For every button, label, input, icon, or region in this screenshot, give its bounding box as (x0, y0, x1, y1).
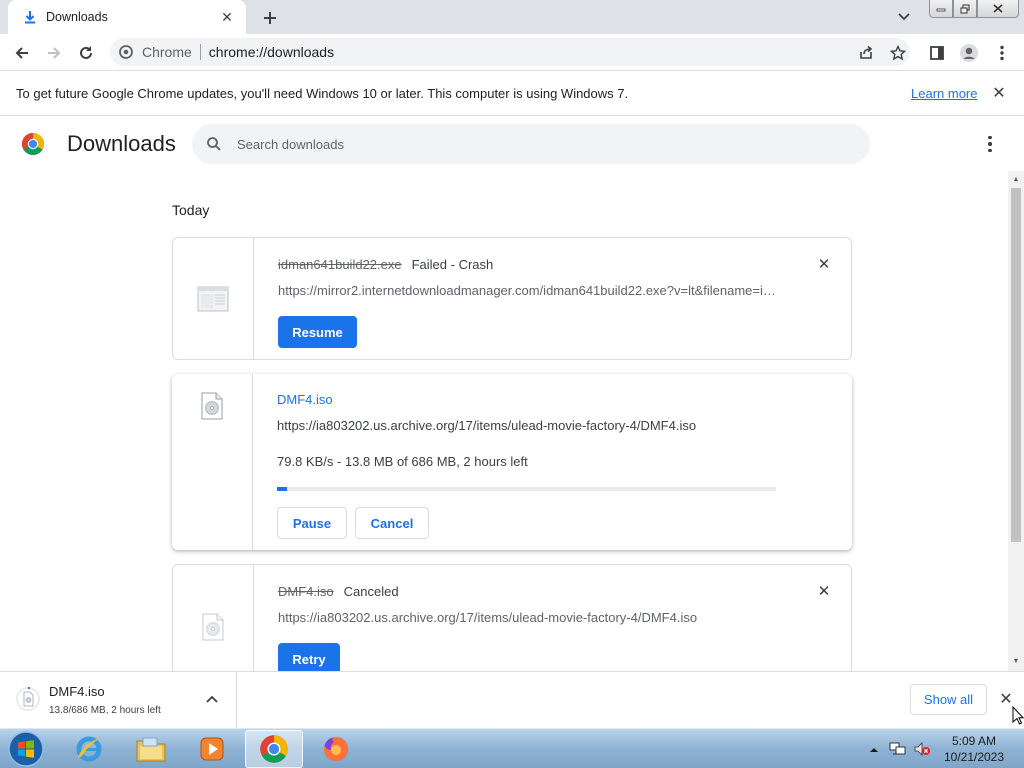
download-shelf: DMF4.iso 13.8/686 MB, 2 hours left Show … (0, 671, 1024, 728)
download-title: DMF4.iso (277, 392, 333, 407)
new-tab-button[interactable] (258, 6, 282, 30)
pause-button[interactable]: Pause (277, 507, 347, 539)
scrollbar-thumb[interactable] (1011, 188, 1021, 542)
show-all-button[interactable]: Show all (910, 684, 987, 715)
infobar-message: To get future Google Chrome updates, you… (16, 85, 629, 101)
tray-volume-muted-icon[interactable] (913, 740, 931, 758)
progress-bar (277, 487, 776, 491)
date-group-label: Today (172, 202, 210, 218)
download-icon (22, 9, 38, 25)
download-status: Failed - Crash (411, 257, 494, 272)
file-url: https://mirror2.internetdownloadmanager.… (278, 283, 778, 298)
tab-downloads[interactable]: Downloads ✕ (8, 0, 246, 34)
restore-button[interactable] (953, 0, 977, 18)
side-panel-icon[interactable] (923, 39, 951, 67)
browser-toolbar: Chrome chrome://downloads (0, 34, 1024, 71)
download-title: DMF4.iso Canceled (278, 584, 399, 599)
page-title: Downloads (67, 131, 176, 156)
back-button[interactable] (8, 39, 36, 67)
infobar-close-icon[interactable]: ✕ (990, 84, 1008, 102)
tab-strip: Downloads ✕ (0, 0, 1024, 34)
bookmark-star-icon[interactable] (884, 39, 912, 67)
tray-show-hidden-icon[interactable] (868, 743, 880, 753)
more-actions-icon[interactable] (980, 132, 1000, 156)
file-url: https://ia803202.us.archive.org/17/items… (278, 610, 698, 625)
download-progress-ring-icon (16, 687, 40, 711)
file-name: idman641build22.exe (278, 257, 402, 272)
remove-item-close-icon[interactable]: ✕ (815, 582, 833, 600)
mouse-cursor-icon (1012, 705, 1024, 726)
progress-bar-fill (277, 487, 287, 491)
exe-file-icon (197, 283, 229, 315)
page-scrollbar[interactable]: ▲ ▼ (1008, 171, 1024, 671)
omnibox-separator (199, 44, 201, 60)
download-item: idman641build22.exe Failed - Crash https:… (172, 237, 852, 360)
taskbar-file-explorer-icon[interactable] (122, 730, 180, 768)
address-bar[interactable]: Chrome chrome://downloads (110, 38, 910, 66)
downloads-header: Downloads (0, 117, 1024, 171)
scroll-down-arrow-icon[interactable]: ▼ (1012, 657, 1020, 667)
profile-avatar-icon[interactable] (955, 39, 983, 67)
file-icon-column (172, 374, 253, 550)
tab-close-icon[interactable]: ✕ (218, 8, 236, 26)
minimize-button[interactable] (929, 0, 953, 18)
remove-item-close-icon[interactable]: ✕ (815, 255, 833, 273)
shelf-file-status: 13.8/686 MB, 2 hours left (49, 705, 161, 716)
forward-button[interactable] (40, 39, 68, 67)
downloads-list: Today idman641build22.exe Failed - Crash … (0, 171, 1008, 671)
clock-date: 10/21/2023 (943, 750, 1005, 764)
taskbar-chrome-icon[interactable] (245, 730, 303, 768)
tray-network-icon[interactable] (889, 740, 907, 758)
download-item: DMF4.iso Canceled https://ia803202.us.arc… (172, 564, 852, 671)
chrome-site-icon (118, 44, 134, 60)
url-text[interactable]: chrome://downloads (209, 44, 334, 60)
file-name: DMF4.iso (278, 584, 334, 599)
cancel-button[interactable]: Cancel (355, 507, 429, 539)
retry-button[interactable]: Retry (278, 643, 340, 671)
file-icon-column (173, 565, 254, 671)
file-url: https://ia803202.us.archive.org/17/items… (277, 418, 697, 433)
chrome-menu-icon[interactable] (988, 39, 1016, 67)
tab-title: Downloads (46, 10, 108, 24)
search-icon (206, 136, 222, 152)
file-icon-column (173, 238, 254, 359)
windows-taskbar: 5:09 AM 10/21/2023 (0, 728, 1024, 768)
tab-search-chevron-icon[interactable] (894, 8, 914, 26)
file-name-link[interactable]: DMF4.iso (277, 392, 333, 407)
clock-time: 5:09 AM (951, 734, 997, 748)
shelf-file-name: DMF4.iso (49, 684, 105, 699)
site-name: Chrome (142, 44, 192, 60)
update-infobar: To get future Google Chrome updates, you… (0, 71, 1024, 116)
start-button[interactable] (4, 730, 48, 768)
taskbar-media-player-icon[interactable] (183, 730, 241, 768)
progress-text: 79.8 KB/s - 13.8 MB of 686 MB, 2 hours l… (277, 454, 528, 469)
resume-button[interactable]: Resume (278, 316, 357, 348)
taskbar-firefox-icon[interactable] (307, 730, 365, 768)
download-title: idman641build22.exe Failed - Crash (278, 257, 493, 272)
taskbar-clock[interactable]: 5:09 AM 10/21/2023 (936, 733, 1012, 765)
iso-file-icon (197, 611, 229, 643)
close-window-button[interactable] (977, 0, 1019, 18)
shelf-download-item[interactable]: DMF4.iso 13.8/686 MB, 2 hours left (0, 672, 237, 728)
chrome-logo-icon (21, 132, 45, 156)
share-icon[interactable] (852, 39, 880, 67)
iso-file-icon (196, 390, 228, 422)
download-item-active: DMF4.iso https://ia803202.us.archive.org… (172, 374, 852, 550)
learn-more-link[interactable]: Learn more (911, 86, 977, 101)
chevron-up-icon[interactable] (205, 692, 219, 706)
scroll-up-arrow-icon[interactable]: ▲ (1012, 175, 1020, 185)
search-input[interactable] (237, 136, 797, 152)
download-status: Canceled (343, 584, 399, 599)
taskbar-internet-explorer-icon[interactable] (60, 730, 118, 768)
reload-button[interactable] (72, 39, 100, 67)
search-bar[interactable] (192, 124, 870, 164)
